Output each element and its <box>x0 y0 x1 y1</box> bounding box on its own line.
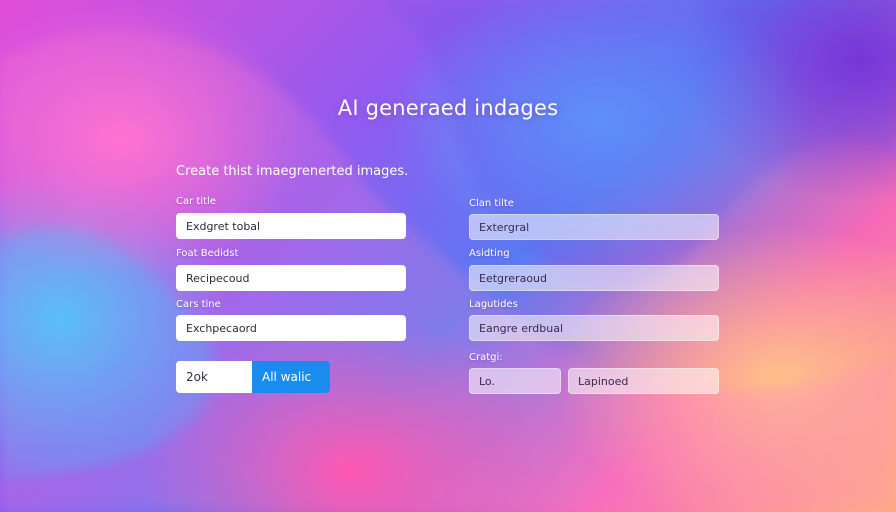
page-title: AI generaed indages <box>337 96 559 120</box>
right-field-3-input[interactable] <box>469 315 719 341</box>
left-field-3-input[interactable] <box>176 315 406 341</box>
right-field-2-input[interactable] <box>469 265 719 291</box>
right-small-input[interactable] <box>469 368 561 394</box>
right-field-2-label: Asidting <box>469 248 510 259</box>
left-field-1-label: Car title <box>176 196 216 207</box>
right-field-1-input[interactable] <box>469 214 719 240</box>
secondary-action-button[interactable]: 2ok <box>176 361 252 393</box>
left-field-2-input[interactable] <box>176 265 406 291</box>
page-subtitle: Create thist imaegrenerted images. <box>176 164 409 179</box>
left-field-2-label: Foat Bedidst <box>176 248 239 259</box>
left-field-1-input[interactable] <box>176 213 406 239</box>
right-field-1-label: Clan tilte <box>469 198 514 209</box>
right-field-3-label: Lagutides <box>469 299 518 310</box>
right-bottom-label: Cratgi: <box>469 352 503 363</box>
primary-action-button[interactable]: All walic <box>252 361 330 393</box>
right-wide-input[interactable] <box>568 368 719 394</box>
left-field-3-label: Cars tine <box>176 299 221 310</box>
fluid-background-art <box>0 0 896 512</box>
